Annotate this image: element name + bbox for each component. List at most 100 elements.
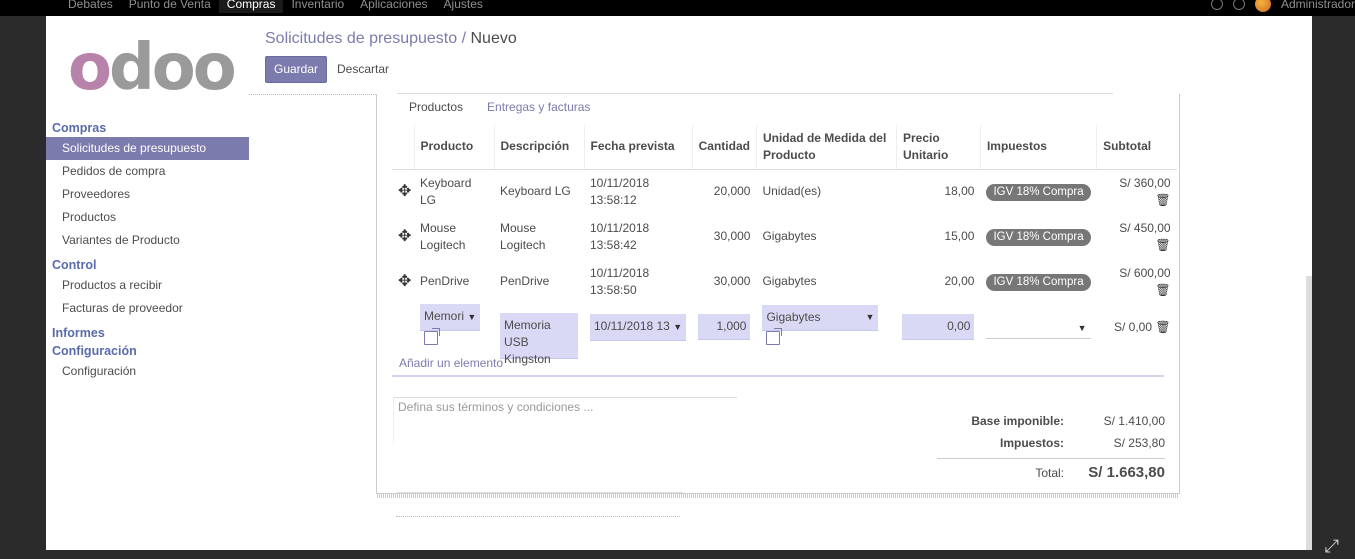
subtotal-value: S/ 600,00 (1119, 265, 1171, 280)
cell-impuestos: IGV 18% Compra (980, 214, 1096, 259)
caret-down-icon: ▼ (865, 311, 875, 322)
move-icon[interactable]: ✥ (392, 169, 414, 214)
table-row[interactable]: ✥ Keyboard LG Keyboard LG 10/11/2018 13:… (392, 169, 1177, 214)
expand-icon[interactable]: ⤢ (1325, 536, 1339, 557)
cell-producto: Mouse Logitech (420, 220, 466, 252)
discard-button[interactable]: Descartar (337, 56, 389, 83)
editable-row[interactable]: Memori ▼ Memoria USB Kingston 10/11/2018… (392, 304, 1177, 366)
col-uom[interactable]: Unidad de Medida del Producto (755, 125, 897, 170)
sidebar-item-productos[interactable]: Productos (46, 206, 249, 229)
cell-precio: 15,00 (944, 229, 975, 243)
col-producto[interactable]: Producto (413, 125, 494, 170)
taxes-select[interactable]: ▼ (986, 315, 1091, 339)
tax-badge: IGV 18% Compra (986, 273, 1091, 291)
nav-punto-de-venta[interactable]: Punto de Venta (121, 0, 219, 13)
cell-fecha: 10/11/2018 13:58:42 (590, 220, 650, 252)
price-input[interactable]: 0,00 (902, 314, 975, 340)
cell-impuestos: IGV 18% Compra (980, 259, 1096, 304)
base-label: Base imponible: (971, 414, 1064, 428)
cell-precio: 20,00 (944, 274, 975, 288)
date-input[interactable]: 10/11/2018 13 ▼ (590, 313, 687, 341)
quantity-input[interactable]: 1,000 (698, 314, 751, 340)
tab-productos[interactable]: Productos (397, 100, 475, 122)
trash-icon[interactable]: 🗑 (1155, 238, 1170, 252)
sidebar-item-solicitudes[interactable]: Solicitudes de presupuesto (46, 137, 249, 160)
cell-cantidad-edit: 1,000 (692, 304, 756, 350)
table-header: Producto Descripción Fecha prevista Cant… (392, 125, 1177, 170)
divider (396, 516, 680, 517)
totals-row: Total: S/ 1.663,80 (937, 458, 1165, 486)
move-icon[interactable]: ✥ (392, 214, 414, 259)
caret-down-icon: ▼ (1077, 323, 1087, 333)
col-subtotal[interactable]: Subtotal (1096, 125, 1177, 170)
cell-uom: Unidad(es) (762, 184, 822, 199)
cell-cantidad: 30,000 (713, 274, 751, 288)
col-cantidad[interactable]: Cantidad (691, 125, 757, 170)
subtotal-value: S/ 360,00 (1119, 175, 1171, 190)
breadcrumb-separator: / (461, 30, 467, 47)
cell-impuestos-edit: ▼ (980, 304, 1096, 350)
cell-subtotal: S/ 600,00 🗑 (1097, 259, 1177, 304)
sidebar-item-pedidos[interactable]: Pedidos de compra (46, 160, 249, 183)
nav-compras[interactable]: Compras (218, 0, 284, 13)
col-fecha[interactable]: Fecha prevista (583, 125, 693, 170)
trash-icon[interactable]: 🗑 (1155, 320, 1170, 334)
app-frame: odoo Compras Solicitudes de presupuesto … (46, 16, 1312, 550)
clock-icon[interactable] (1210, 0, 1223, 10)
sidebar-item-configuracion[interactable]: Configuración (46, 360, 249, 383)
col-descripcion[interactable]: Descripción (493, 125, 584, 170)
nav-ajustes[interactable]: Ajustes (436, 0, 491, 13)
terms-textarea[interactable]: Defina sus términos y condiciones ... (393, 397, 737, 443)
breadcrumb-current: Nuevo (470, 30, 517, 47)
sheet-shadow (377, 494, 1179, 498)
divider (397, 492, 683, 493)
cell-descripcion: Keyboard LG (500, 184, 571, 199)
sidebar-section-informes: Informes (52, 326, 105, 340)
totals-row: Impuestos: S/ 253,80 (937, 432, 1165, 454)
product-select[interactable]: Memori ▼ (420, 304, 481, 331)
sidebar-section-control: Control (52, 258, 97, 272)
sidebar-item-proveedores[interactable]: Proveedores (46, 183, 249, 206)
save-button[interactable]: Guardar (265, 56, 327, 83)
cell-cantidad: 20,000 (713, 184, 751, 199)
trash-icon[interactable]: 🗑 (1155, 283, 1170, 297)
avatar[interactable] (1254, 0, 1271, 12)
col-impuestos[interactable]: Impuestos (979, 125, 1097, 170)
table-row[interactable]: ✥ Mouse Logitech Mouse Logitech 10/11/20… (392, 214, 1177, 259)
user-menu[interactable]: Administrador (1281, 0, 1355, 13)
col-precio[interactable]: Precio Unitario (895, 125, 981, 170)
breadcrumb-parent[interactable]: Solicitudes de presupuesto (265, 30, 457, 47)
divider (397, 93, 1113, 94)
chat-icon[interactable] (1232, 0, 1245, 10)
sidebar-item-productos-recibir[interactable]: Productos a recibir (46, 274, 249, 297)
table-row[interactable]: ✥ PenDrive PenDrive 10/11/2018 13:58:50 … (392, 259, 1177, 304)
subtotal-value: S/ 450,00 (1119, 220, 1171, 235)
nav-aplicaciones[interactable]: Aplicaciones (352, 0, 435, 13)
scrollbar[interactable] (1306, 276, 1312, 550)
cell-uom: Gigabytes (762, 274, 817, 288)
cell-precio-edit: 0,00 (896, 304, 980, 350)
odoo-logo[interactable]: odoo (68, 36, 237, 100)
totals-block: Base imponible: S/ 1.410,00 Impuestos: S… (937, 410, 1165, 486)
cell-impuestos: IGV 18% Compra (980, 169, 1096, 214)
nav-inventario[interactable]: Inventario (283, 0, 352, 13)
cell-subtotal-edit: S/ 0,00 🗑 (1097, 304, 1177, 350)
description-textarea[interactable]: Memoria USB Kingston (500, 313, 578, 366)
external-link-icon[interactable] (424, 328, 440, 345)
tax-value: S/ 253,80 (1113, 436, 1165, 450)
totals-row: Base imponible: S/ 1.410,00 (937, 410, 1165, 432)
move-icon[interactable]: ✥ (392, 259, 414, 304)
divider (392, 375, 1164, 377)
nav-debates[interactable]: Debates (60, 0, 121, 13)
tab-entregas-facturas[interactable]: Entregas y facturas (475, 100, 602, 122)
sidebar-item-variantes[interactable]: Variantes de Producto (46, 229, 249, 252)
cell-producto: Keyboard LG (420, 175, 472, 207)
cell-subtotal: S/ 360,00 🗑 (1097, 169, 1177, 214)
trash-icon[interactable]: 🗑 (1155, 193, 1170, 207)
sidebar-item-facturas[interactable]: Facturas de proveedor (46, 297, 249, 320)
add-line-link[interactable]: Añadir un elemento (399, 356, 503, 370)
form-sheet: Productos Entregas y facturas Producto D… (376, 93, 1180, 494)
cell-fecha: 10/11/2018 13:58:12 (590, 175, 650, 207)
cell-descripcion: PenDrive (500, 274, 550, 288)
external-link-icon[interactable] (766, 327, 783, 345)
